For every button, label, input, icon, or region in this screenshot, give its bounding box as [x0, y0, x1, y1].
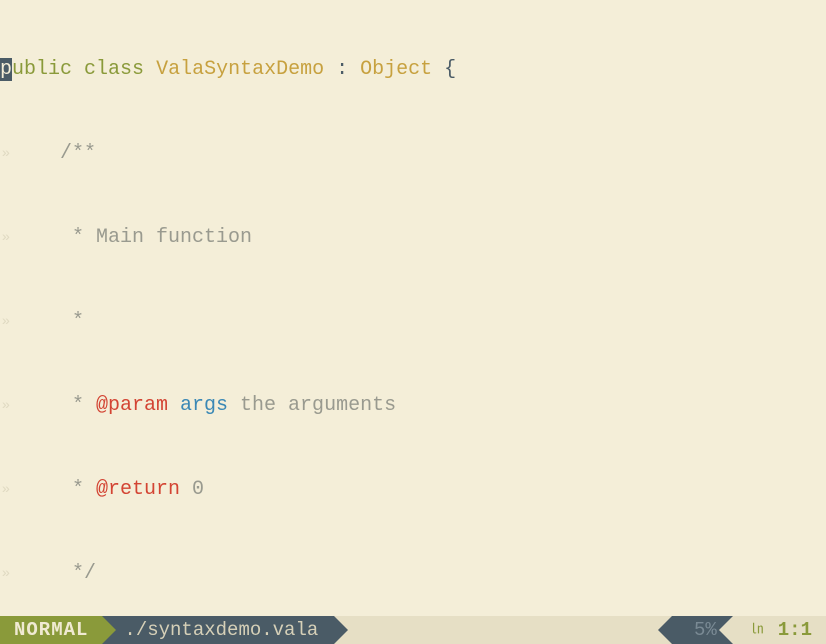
cursor-position: 1:1 [774, 616, 826, 644]
code-editor[interactable]: public class ValaSyntaxDemo : Object { »… [0, 0, 826, 616]
line-symbol: ㏑ [733, 616, 774, 644]
cursor: p [0, 58, 12, 81]
code-line: » */ [0, 560, 826, 588]
code-line: » /** [0, 140, 826, 168]
status-bar: NORMAL ./syntaxdemo.vala 5% ㏑ 1:1 [0, 616, 826, 644]
statusbar-spacer [334, 616, 672, 644]
code-line: » * [0, 308, 826, 336]
code-line: » * @param args the arguments [0, 392, 826, 420]
code-line: » * @return 0 [0, 476, 826, 504]
code-line: » * Main function [0, 224, 826, 252]
file-path: ./syntaxdemo.vala [102, 616, 334, 644]
vim-mode-indicator: NORMAL [0, 616, 102, 644]
code-line: public class ValaSyntaxDemo : Object { [0, 56, 826, 84]
